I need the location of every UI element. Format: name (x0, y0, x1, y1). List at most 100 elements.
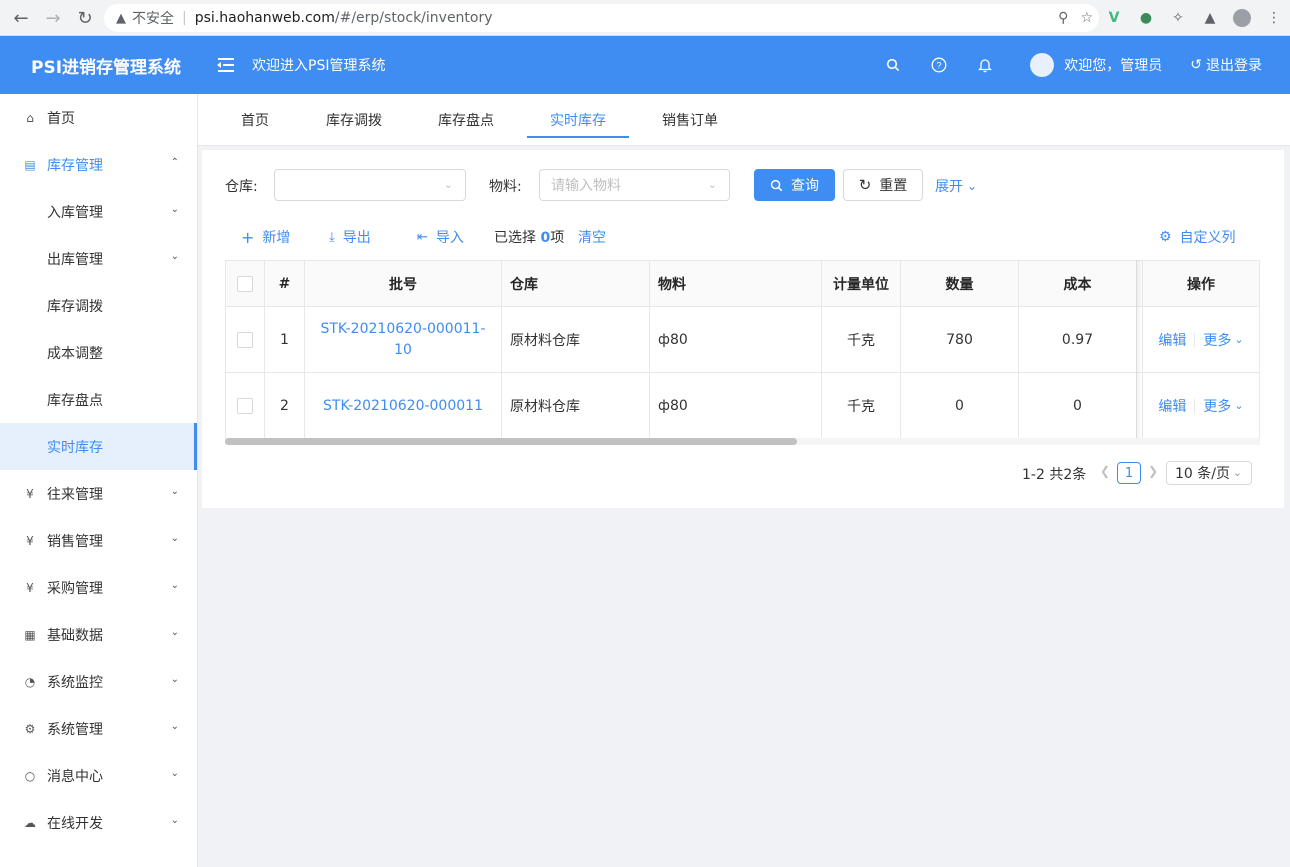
vue-extension-icon[interactable]: V (1104, 8, 1124, 28)
flask-icon[interactable]: ▲ (1200, 8, 1220, 28)
sidebar-item-label: 实时库存 (47, 439, 103, 456)
unit-cell: 千克 (822, 373, 901, 439)
sidebar-item-accounts[interactable]: ¥ 往来管理 ⌄ (0, 470, 197, 517)
sidebar-item-system[interactable]: ⚙ 系统管理 ⌄ (0, 705, 197, 752)
page-number[interactable]: 1 (1117, 462, 1141, 484)
page-size-select[interactable]: 10 条/页 ⌄ (1166, 461, 1252, 485)
edit-link[interactable]: 编辑 (1158, 330, 1186, 350)
back-icon[interactable]: ← (6, 3, 36, 33)
tab-realtime-inventory[interactable]: 实时库存 (527, 94, 629, 146)
logout-button[interactable]: ↺ 退出登录 (1190, 55, 1262, 75)
edit-link[interactable]: 编辑 (1158, 396, 1186, 416)
next-page-icon[interactable]: ❯ (1148, 464, 1158, 478)
query-button[interactable]: 查询 (754, 169, 835, 201)
fixed-column-shadow (1136, 260, 1142, 438)
yen-icon: ¥ (26, 486, 34, 501)
menu-fold-icon[interactable] (214, 55, 238, 75)
selected-count: 0 (540, 230, 551, 246)
horizontal-scrollbar[interactable] (225, 438, 1260, 445)
more-link[interactable]: 更多 (1203, 330, 1231, 350)
column-header: 仓库 (502, 261, 650, 307)
pagination-total: 1-2 共2条 (1022, 467, 1087, 483)
material-cell: ф80 (650, 373, 822, 439)
material-select[interactable]: 请输入物料 ⌄ (539, 169, 730, 201)
sidebar-item-stock-transfer[interactable]: 库存调拨 (0, 282, 197, 329)
profile-icon[interactable] (1232, 8, 1252, 28)
reset-label: 重置 (879, 178, 908, 194)
gear-icon: ⚙ (24, 721, 36, 736)
add-button[interactable]: + 新增 (241, 227, 290, 247)
app-header: PSI进销存管理系统 欢迎进入PSI管理系统 ? 欢迎您，管理员 ↺ 退出登录 (0, 36, 1290, 94)
clear-selection-link[interactable]: 清空 (578, 227, 606, 247)
cost-cell: 0 (1019, 373, 1137, 439)
help-icon[interactable]: ? (929, 55, 949, 75)
select-all-checkbox[interactable] (237, 275, 253, 292)
tab-stocktaking[interactable]: 库存盘点 (396, 94, 536, 146)
inventory-table: # 批号 仓库 物料 计量单位 数量 成本 操作 1 STK-20210620-… (225, 260, 1260, 439)
batch-number-link[interactable]: STK-20210620-000011 (305, 373, 502, 439)
expand-button[interactable]: 展开 ⌄ (935, 176, 977, 196)
search-icon[interactable] (883, 55, 903, 75)
batch-number-line: STK-20210620-000011 (323, 397, 483, 414)
batch-number-link[interactable]: STK-20210620-000011- 10 (305, 307, 502, 373)
row-checkbox[interactable] (237, 331, 253, 348)
avatar[interactable] (1030, 53, 1055, 77)
sidebar-item-inbound[interactable]: 入库管理 ⌄ (0, 188, 197, 235)
sidebar-item-basic-data[interactable]: ▦ 基础数据 ⌄ (0, 611, 197, 658)
sidebar-item-label: 首页 (47, 110, 75, 127)
sidebar-item-stocktaking[interactable]: 库存盘点 (0, 376, 197, 423)
star-icon[interactable]: ☆ (1080, 10, 1093, 26)
chevron-down-icon: ⌄ (170, 251, 179, 262)
user-greeting[interactable]: 欢迎您，管理员 (1064, 55, 1162, 75)
sidebar-item-messages[interactable]: ○ 消息中心 ⌄ (0, 752, 197, 799)
table-row: 1 STK-20210620-000011- 10 原材料仓库 ф80 千克 7… (226, 307, 1260, 373)
action-cell: 编辑 更多 ⌄ (1143, 373, 1260, 439)
globe-extension-icon[interactable]: ● (1136, 8, 1156, 28)
forward-icon[interactable]: → (38, 3, 68, 33)
sidebar-item-cost-adjustment[interactable]: 成本调整 (0, 329, 197, 376)
chevron-down-icon: ⌄ (170, 815, 179, 826)
column-header: 数量 (901, 261, 1019, 307)
puzzle-icon[interactable]: ✧ (1168, 8, 1188, 28)
kebab-menu-icon[interactable]: ⋮ (1264, 8, 1284, 28)
prev-page-icon[interactable]: ❮ (1100, 464, 1110, 478)
row-checkbox[interactable] (237, 397, 253, 414)
add-label: 新增 (262, 230, 291, 246)
export-button[interactable]: ⤓ 导出 (329, 227, 371, 247)
app-logo: PSI进销存管理系统 (31, 57, 182, 78)
chevron-down-icon: ⌄ (1232, 466, 1242, 479)
tab-stock-transfer[interactable]: 库存调拨 (312, 94, 396, 146)
reset-button[interactable]: ↻ 重置 (843, 169, 923, 201)
sidebar-item-realtime-inventory[interactable]: 实时库存 (0, 423, 197, 470)
logout-label: 退出登录 (1206, 58, 1262, 74)
sidebar-item-sales[interactable]: ¥ 销售管理 ⌄ (0, 517, 197, 564)
scrollbar-thumb[interactable] (225, 438, 797, 445)
message-icon: ○ (24, 768, 36, 783)
reload-icon[interactable]: ↻ (70, 3, 100, 33)
sidebar-item-label: 库存盘点 (47, 392, 103, 409)
sidebar-item-purchase[interactable]: ¥ 采购管理 ⌄ (0, 564, 197, 611)
sidebar-item-outbound[interactable]: 出库管理 ⌄ (0, 235, 197, 282)
address-bar[interactable]: ▲ 不安全 | psi.haohanweb.com/#/erp/stock/in… (104, 4, 1099, 32)
sidebar-item-online-dev[interactable]: ☁ 在线开发 ⌄ (0, 799, 197, 846)
more-link[interactable]: 更多 (1203, 396, 1231, 416)
sidebar-item-monitoring[interactable]: ◔ 系统监控 ⌄ (0, 658, 197, 705)
column-header: 计量单位 (822, 261, 901, 307)
chevron-down-icon: ⌄ (1234, 399, 1244, 412)
bell-icon[interactable] (975, 55, 995, 75)
sidebar-item-inventory-management[interactable]: ▤ 库存管理 ⌃ (0, 141, 197, 188)
key-icon[interactable]: ⚲ (1058, 10, 1068, 26)
batch-number-line: 10 (394, 341, 412, 358)
export-label: 导出 (342, 230, 371, 246)
warehouse-select[interactable]: ⌄ (274, 169, 466, 201)
import-button[interactable]: ⇤ 导入 (417, 227, 464, 247)
sidebar-item-home[interactable]: ⌂ 首页 (0, 94, 197, 141)
chevron-down-icon: ⌄ (443, 178, 453, 191)
browser-toolbar: ← → ↻ ▲ 不安全 | psi.haohanweb.com/#/erp/st… (0, 0, 1290, 36)
chevron-down-icon: ⌄ (170, 674, 179, 685)
tab-sales-order[interactable]: 销售订单 (629, 94, 751, 146)
tab-home[interactable]: 首页 (198, 94, 312, 146)
custom-columns-button[interactable]: ⚙ 自定义列 (1159, 227, 1236, 247)
url-host: psi.haohanweb.com (194, 10, 335, 26)
insecure-label: 不安全 (132, 11, 174, 27)
